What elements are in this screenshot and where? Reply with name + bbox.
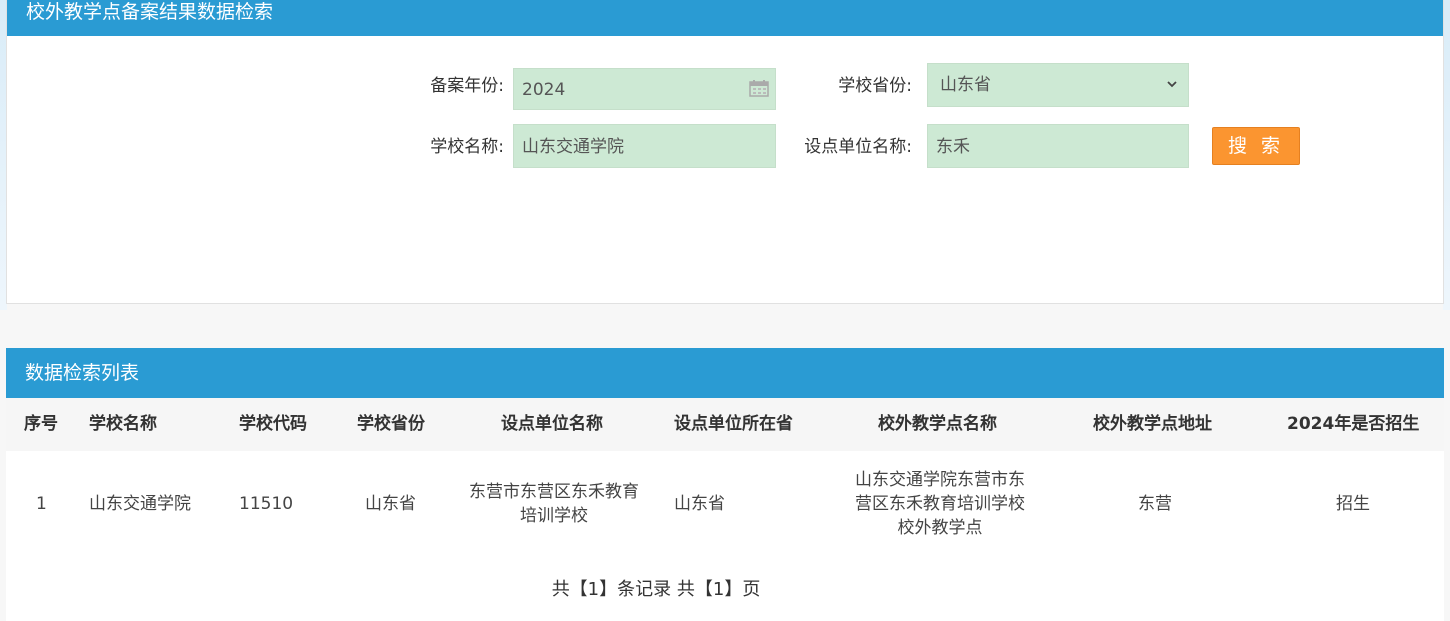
row-point-line: 山东交通学院东营市东 — [855, 470, 1025, 490]
row-school: 山东交通学院 — [89, 494, 191, 514]
school-label: 学校名称: — [430, 137, 504, 157]
list-panel-title: 数据检索列表 — [6, 348, 1444, 398]
province-select[interactable]: 山东省 — [927, 63, 1189, 107]
row-index: 1 — [36, 494, 47, 514]
col-code: 学校代码 — [239, 414, 307, 434]
col-enroll: 2024年是否招生 — [1287, 414, 1420, 434]
search-button[interactable]: 搜 索 — [1212, 127, 1300, 165]
province-label: 学校省份: — [838, 76, 912, 96]
school-value: 山东交通学院 — [522, 137, 624, 157]
unit-input[interactable]: 东禾 — [927, 124, 1189, 168]
col-school: 学校名称 — [89, 414, 157, 434]
year-label: 备案年份: — [430, 76, 504, 96]
row-unit-line: 东营市东营区东禾教育 — [469, 482, 639, 502]
chevron-down-icon — [1167, 81, 1177, 88]
table-header: 序号 学校名称 学校代码 学校省份 设点单位名称 设点单位所在省 校外教学点名称… — [6, 398, 1444, 451]
row-enroll: 招生 — [1336, 494, 1370, 514]
year-input[interactable]: 2024 — [513, 68, 776, 110]
col-province: 学校省份 — [357, 414, 425, 434]
row-code: 11510 — [239, 494, 294, 514]
col-unit-province: 设点单位所在省 — [674, 414, 793, 434]
row-unit: 东营市东营区东禾教育 培训学校 — [459, 480, 649, 528]
row-point: 山东交通学院东营市东 营区东禾教育培训学校 校外教学点 — [845, 468, 1035, 540]
row-point-line: 校外教学点 — [897, 518, 983, 538]
province-value: 山东省 — [940, 75, 991, 95]
col-unit: 设点单位名称 — [501, 414, 603, 434]
row-unit-province: 山东省 — [674, 494, 725, 514]
col-address: 校外教学点地址 — [1093, 414, 1212, 434]
year-value: 2024 — [522, 80, 566, 100]
list-panel: 数据检索列表 序号 学校名称 学校代码 学校省份 设点单位名称 设点单位所在省 … — [6, 348, 1444, 621]
row-province: 山东省 — [365, 494, 416, 514]
row-point-line: 营区东禾教育培训学校 — [855, 494, 1025, 514]
school-input[interactable]: 山东交通学院 — [513, 124, 776, 168]
col-point: 校外教学点名称 — [878, 414, 997, 434]
col-index: 序号 — [24, 414, 58, 434]
pager-text: 共【1】条记录 共【1】页 — [551, 579, 761, 600]
unit-label: 设点单位名称: — [804, 137, 912, 157]
unit-value: 东禾 — [936, 137, 970, 157]
right-edge-decoration — [1443, 0, 1450, 310]
row-unit-line: 培训学校 — [520, 506, 588, 526]
search-panel-title: 校外教学点备案结果数据检索 — [7, 0, 1443, 36]
calendar-icon[interactable] — [749, 79, 769, 97]
row-address: 东营 — [1138, 494, 1172, 514]
